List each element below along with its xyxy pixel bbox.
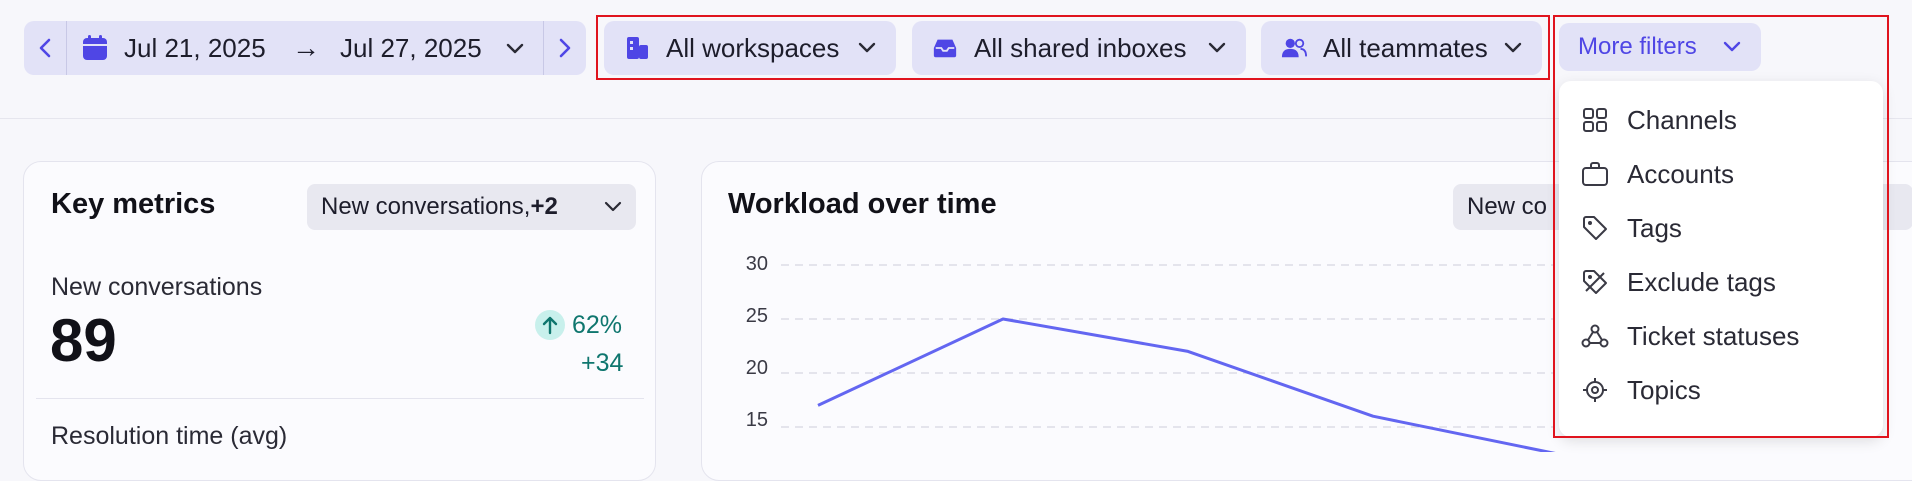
more-filters-highlight-box <box>1553 15 1889 438</box>
workload-series-line <box>817 317 1556 452</box>
